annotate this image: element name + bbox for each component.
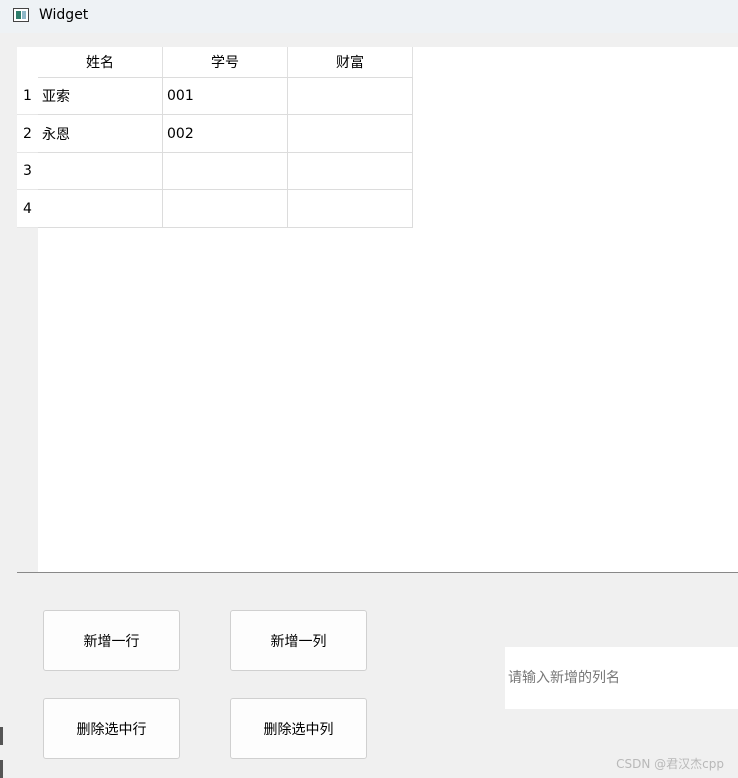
add-row-button[interactable]: 新增一行 [43, 610, 180, 671]
table-cell[interactable]: 002 [163, 115, 288, 153]
table-cell[interactable]: 亚索 [38, 77, 163, 115]
table-cell[interactable] [288, 153, 413, 190]
add-column-button[interactable]: 新增一列 [230, 610, 367, 671]
table-cell[interactable] [38, 190, 163, 228]
table-cell[interactable] [288, 77, 413, 115]
column-header-wealth[interactable]: 财富 [288, 47, 413, 77]
row-header-3[interactable]: 3 [17, 153, 38, 190]
new-column-name-input[interactable] [505, 647, 738, 709]
table-cell[interactable]: 001 [163, 77, 288, 115]
background-window-edge [0, 760, 3, 778]
column-header-name[interactable]: 姓名 [38, 47, 163, 77]
table-cell[interactable] [163, 190, 288, 228]
delete-selected-row-button[interactable]: 删除选中行 [43, 698, 180, 759]
column-header-student-id[interactable]: 学号 [163, 47, 288, 77]
table-widget[interactable]: 姓名 学号 财富 1 2 3 4 亚索 001 永恩 002 [17, 47, 738, 573]
table-cell[interactable]: 永恩 [38, 115, 163, 153]
widget-client-area: 姓名 学号 财富 1 2 3 4 亚索 001 永恩 002 新增一行 新增一列… [0, 33, 738, 778]
row-header-4[interactable]: 4 [17, 190, 38, 228]
table-cell[interactable] [163, 153, 288, 190]
app-window-icon [13, 8, 29, 22]
table-corner-button[interactable] [17, 47, 38, 77]
table-cell[interactable] [288, 190, 413, 228]
delete-selected-column-button[interactable]: 删除选中列 [230, 698, 367, 759]
table-cell[interactable] [38, 153, 163, 190]
background-window-edge [0, 727, 3, 745]
window-title: Widget [39, 7, 89, 23]
title-bar: Widget [0, 0, 738, 33]
watermark: CSDN @君汉杰cpp [616, 757, 724, 771]
row-header-2[interactable]: 2 [17, 115, 38, 153]
table-cell[interactable] [288, 115, 413, 153]
row-header-1[interactable]: 1 [17, 77, 38, 115]
